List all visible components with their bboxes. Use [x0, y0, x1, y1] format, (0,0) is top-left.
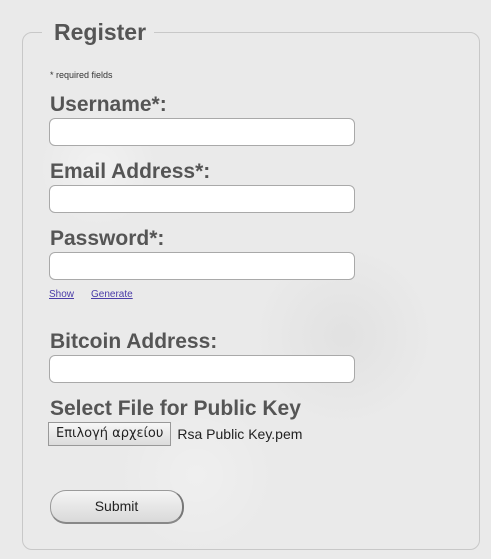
- username-label: Username*:: [50, 93, 167, 116]
- choose-file-button[interactable]: Επιλογή αρχείου: [48, 422, 172, 446]
- email-input[interactable]: [49, 185, 355, 213]
- password-input[interactable]: [49, 252, 355, 280]
- public-key-label: Select File for Public Key: [50, 397, 301, 420]
- submit-button[interactable]: Submit: [50, 490, 184, 524]
- public-key-file-picker: Επιλογή αρχείου Rsa Public Key.pem: [48, 422, 302, 446]
- password-label: Password*:: [50, 227, 165, 250]
- show-password-link[interactable]: Show: [49, 289, 74, 300]
- required-fields-note: * required fields: [50, 70, 113, 80]
- username-input[interactable]: [49, 118, 355, 146]
- selected-file-name: Rsa Public Key.pem: [177, 426, 303, 442]
- generate-password-link[interactable]: Generate: [91, 289, 133, 300]
- form-title: Register: [42, 18, 155, 46]
- bitcoin-address-input[interactable]: [49, 355, 355, 383]
- email-label: Email Address*:: [50, 160, 211, 183]
- bitcoin-address-label: Bitcoin Address:: [50, 330, 218, 353]
